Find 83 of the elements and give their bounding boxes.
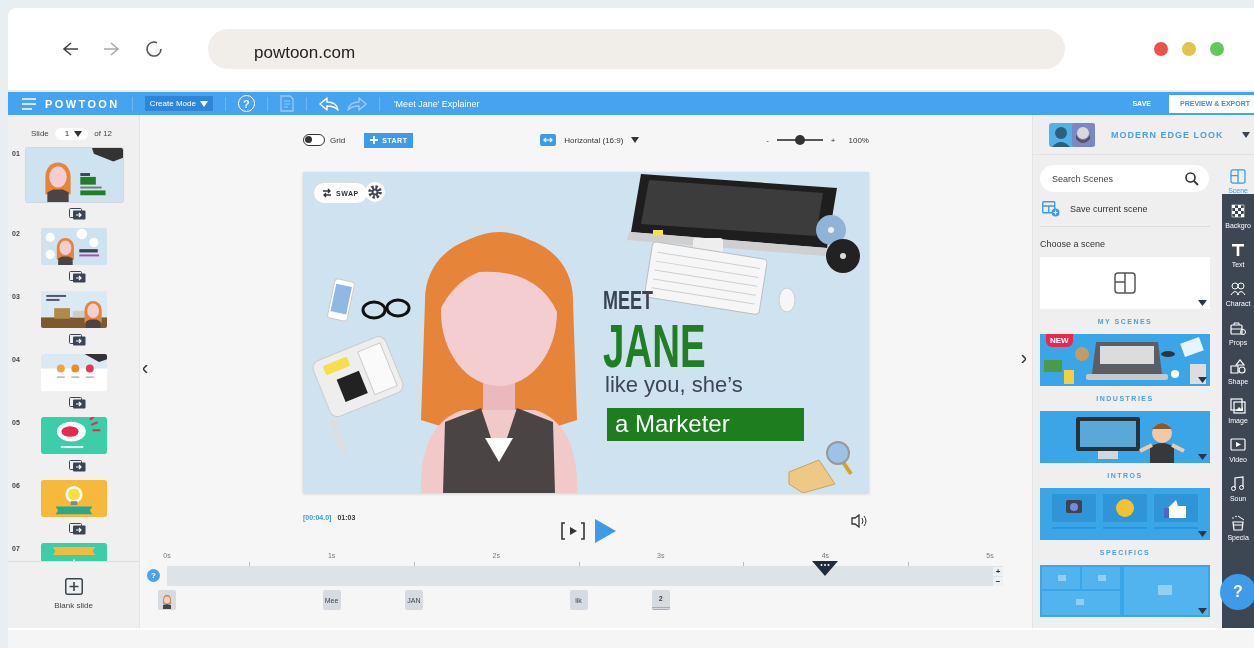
resize-icon [540, 134, 557, 146]
layout-icon [1114, 272, 1136, 294]
magnifier-drawing [826, 441, 853, 476]
sound-icon [1230, 476, 1247, 492]
caret-icon[interactable] [1198, 377, 1207, 383]
slide-thumbnail[interactable] [41, 417, 107, 454]
window-control[interactable] [1154, 42, 1168, 56]
heading-text: MEET [603, 288, 653, 313]
avatar-icon [1049, 122, 1095, 147]
props-icon [1230, 320, 1247, 336]
settings-icon[interactable] [365, 182, 385, 202]
slide-total: of 12 [94, 129, 113, 138]
preview-scene-button[interactable] [560, 521, 586, 541]
zoom-out-button[interactable]: − [993, 577, 1003, 586]
text-icon [1230, 242, 1247, 258]
search-field[interactable]: Search Scenes [1040, 165, 1209, 192]
grid-toggle[interactable] [303, 134, 325, 146]
disc-drawing [816, 215, 860, 273]
background-icon [1230, 203, 1247, 219]
playhead[interactable] [812, 561, 839, 576]
grid-label: Grid [330, 135, 346, 145]
zoom-percentage: 100% [848, 135, 869, 145]
play-button[interactable] [594, 519, 616, 543]
orientation-dropdown[interactable]: Horizontal (16:9) [540, 134, 640, 146]
collapse-left-icon[interactable] [143, 365, 151, 375]
address-bar[interactable]: powtoon.com [208, 29, 1065, 69]
caret-icon [631, 137, 640, 143]
search-icon [1185, 172, 1199, 186]
caret-icon[interactable] [1198, 608, 1207, 614]
new-badge: NEW [1046, 334, 1073, 347]
banner-text: a Marketer [607, 408, 804, 441]
caret-icon[interactable] [1198, 300, 1207, 306]
caret-icon [199, 100, 208, 107]
transition-icon[interactable] [69, 460, 86, 472]
section-label: Choose a scene [1040, 239, 1107, 251]
images-icon [1230, 398, 1247, 414]
shapes-icon [1230, 359, 1247, 375]
transition-icon[interactable] [69, 208, 86, 220]
glasses-icon [361, 298, 411, 320]
slide-thumbnail[interactable] [26, 148, 123, 202]
transition-icon[interactable] [69, 334, 86, 346]
characters-icon [1230, 281, 1247, 297]
add-scene-icon [1042, 200, 1060, 217]
plus-icon [370, 136, 379, 144]
subtitle-text: like you, she’s [605, 374, 743, 396]
reload-button[interactable] [143, 38, 165, 60]
save-scene-button[interactable]: Save current scene [1040, 200, 1148, 217]
scenes-icon [1230, 169, 1247, 184]
scene-thumbnail[interactable] [1040, 411, 1210, 463]
caret-icon [74, 130, 83, 137]
scene-thumbnail[interactable] [1040, 488, 1210, 540]
mouse-drawing [778, 287, 796, 313]
zoom-in-button[interactable]: + [993, 567, 1003, 576]
slide-thumbnail[interactable] [41, 480, 107, 517]
swap-icon [322, 188, 332, 198]
project-title: 'Meet Jane' Explainer [393, 98, 480, 109]
scene-thumbnail[interactable] [1040, 334, 1210, 386]
caret-icon [1241, 131, 1250, 138]
mode-dropdown[interactable]: Create Mode [144, 96, 213, 111]
logo: POWTOON [45, 97, 120, 110]
transition-icon[interactable] [69, 523, 86, 535]
video-icon [1230, 437, 1247, 453]
transition-icon[interactable] [69, 271, 86, 283]
slide-label: Slide [31, 129, 49, 138]
special-icon [1230, 515, 1247, 531]
envelope-drawing [788, 459, 836, 493]
timeline-track[interactable] [167, 566, 1003, 586]
character-marker[interactable] [158, 590, 176, 610]
slide-thumbnail[interactable] [41, 291, 107, 328]
slide-number-dropdown[interactable]: 1 [54, 127, 89, 140]
zoom-out-button[interactable]: - [766, 135, 769, 145]
transition-icon[interactable] [69, 397, 86, 409]
slide-thumbnail[interactable] [41, 228, 107, 265]
scene-card[interactable] [1040, 257, 1210, 309]
scene-thumbnail[interactable] [1040, 565, 1210, 617]
collapse-right-icon[interactable] [1021, 355, 1029, 365]
blank-slide-button[interactable]: Blank slide [8, 578, 139, 610]
plus-icon [64, 578, 83, 595]
volume-button[interactable] [851, 514, 869, 528]
slide-thumbnail[interactable] [41, 354, 107, 391]
title-text: JANE [603, 315, 706, 377]
undo-button[interactable] [318, 96, 339, 111]
zoom-in-button[interactable]: + [830, 135, 836, 145]
